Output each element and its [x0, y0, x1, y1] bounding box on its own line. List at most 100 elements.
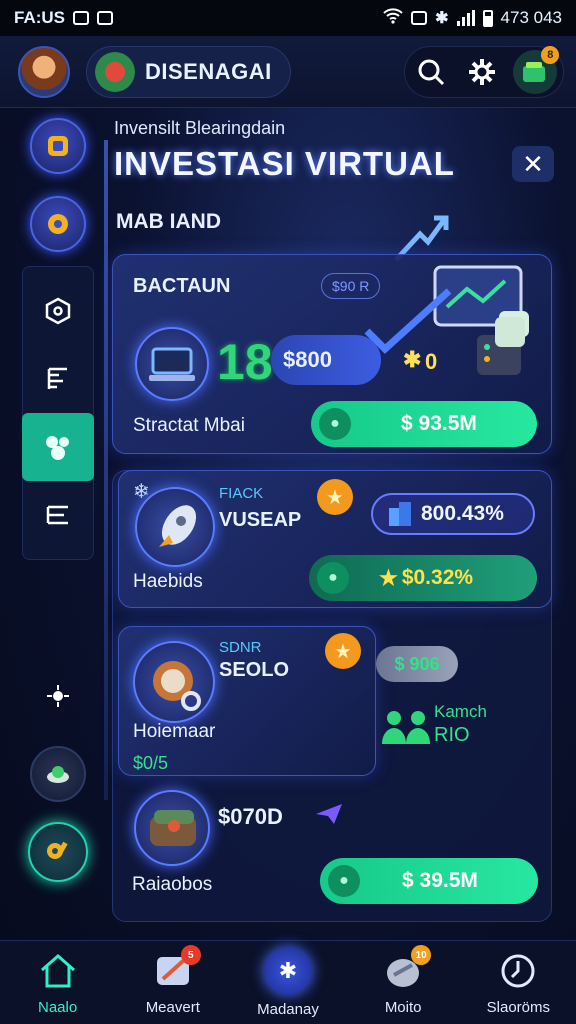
card-row-label: Hoiemaar — [133, 721, 216, 742]
status-time: 473 043 — [500, 8, 562, 27]
change-pill[interactable]: ● ★ $0.32% — [309, 555, 537, 601]
avatar[interactable] — [18, 45, 70, 98]
sidebar-item-rewards[interactable] — [22, 188, 94, 260]
nav-label: Madanay — [257, 1001, 319, 1018]
pill-value: $ 93.5M — [401, 412, 477, 435]
sidebar-item-list[interactable] — [22, 481, 94, 549]
settings-button[interactable] — [462, 52, 502, 92]
card-title: BACTAUN — [133, 275, 231, 297]
notification-icon — [73, 11, 89, 25]
investment-card-4[interactable]: $070D Raiaobos ● $ 39.5M — [118, 782, 552, 922]
sidebar-panel — [22, 266, 94, 560]
clock-icon — [496, 949, 540, 993]
star-value: 0 — [425, 349, 438, 374]
close-icon: ✕ — [522, 148, 544, 179]
card-row-label: Stractat Mbai — [133, 415, 245, 436]
nav-item-home[interactable]: Naalo — [8, 949, 108, 1016]
key-icon — [28, 822, 88, 882]
document-list-icon — [47, 367, 67, 389]
side-sub: RIO — [434, 724, 470, 746]
sidebar-item-gem[interactable] — [22, 738, 94, 810]
price-chip[interactable]: $ 906 — [376, 646, 458, 682]
laptop-icon — [149, 347, 195, 381]
nav-item-shield[interactable]: 10 Moito — [353, 945, 453, 1016]
nav-item-center[interactable]: ✱ Madanay — [238, 947, 338, 1018]
server-icon — [477, 317, 525, 375]
investment-card-1[interactable]: BACTAUN $90 R 18 $800 ✱ 0 Stractat Mbai … — [112, 254, 552, 454]
search-button[interactable] — [411, 52, 451, 92]
value-pill[interactable]: ● $ 93.5M — [311, 401, 537, 447]
change-value: $0.32% — [401, 566, 474, 589]
gear-status-icon: ✱ — [435, 10, 449, 27]
menu-list-icon — [46, 505, 68, 525]
signal-icon — [456, 10, 475, 26]
brand-logo-icon — [95, 51, 135, 92]
vault-icon — [153, 661, 201, 711]
sidebar — [20, 110, 96, 930]
card-amount: $070D — [218, 804, 283, 829]
status-left: FA:US — [14, 8, 113, 28]
hexagon-icon — [45, 297, 71, 325]
price-chip-value: $ 906 — [394, 653, 440, 674]
coin-icon: ● — [317, 562, 349, 594]
puzzle-icon — [46, 436, 69, 460]
pill-value: $ 39.5M — [402, 869, 478, 892]
media-icon — [97, 11, 113, 25]
trend-check-icon — [364, 288, 452, 354]
vault-thumbnail — [133, 641, 215, 723]
sidebar-item-network[interactable] — [22, 660, 94, 732]
card-row-label: Raiaobos — [132, 874, 213, 895]
rocket-thumbnail — [135, 487, 215, 567]
star-value-icon: ✱ — [403, 347, 422, 372]
amount-value: $800 — [283, 347, 332, 372]
nav-item-history[interactable]: Slaoröms — [468, 949, 568, 1016]
sidebar-item-shield[interactable] — [22, 277, 94, 345]
card-small-label: SDNR — [219, 639, 262, 656]
card-small-label: FIACK — [219, 485, 264, 502]
content-divider — [104, 140, 108, 800]
header-actions: 8 — [404, 46, 564, 98]
sidebar-item-portfolio[interactable] — [22, 110, 94, 182]
green-gem-icon — [30, 746, 86, 802]
people-icon — [382, 711, 430, 744]
nav-item-market[interactable]: 5 Meavert — [123, 945, 223, 1016]
investment-card-3[interactable]: SDNR SEOLO ★ Hoiemaar $0/5 — [118, 626, 376, 776]
amount-chip[interactable]: $800 — [271, 335, 381, 385]
network-icon — [47, 685, 69, 707]
card-row-label: Haebids — [133, 571, 203, 592]
coin-icon: ● — [319, 408, 351, 440]
nfc-icon — [411, 11, 428, 25]
sidebar-item-reports[interactable] — [22, 345, 94, 413]
brand-chip[interactable]: DISENAGAI — [86, 45, 291, 98]
app-header: DISENAGAI 8 — [0, 36, 576, 108]
wallet-icon — [523, 62, 546, 82]
wallet-button[interactable]: 8 — [513, 46, 560, 94]
battery-icon — [482, 9, 493, 27]
percent-pill[interactable]: 800.43% — [371, 493, 535, 535]
percent-value: 800.43% — [421, 502, 504, 525]
sidebar-item-key[interactable] — [22, 816, 94, 888]
send-icon — [316, 804, 342, 824]
cog-coin-icon — [30, 196, 86, 252]
nav-badge: 5 — [180, 945, 201, 965]
bundle-thumbnail — [134, 790, 210, 866]
sidebar-item-investments[interactable] — [22, 413, 94, 481]
wifi-icon — [383, 7, 403, 29]
coin-icon: ● — [328, 865, 360, 897]
building-icon — [389, 502, 411, 526]
star-badge-icon: ★ — [325, 633, 361, 669]
big-value: 18 — [217, 334, 273, 390]
value-pill[interactable]: ● $ 39.5M — [320, 858, 538, 904]
close-button[interactable]: ✕ — [512, 146, 554, 182]
investment-card-2[interactable]: ❄ FIACK VUSEAP ★ 800.43% Haebids ● ★ $0.… — [118, 470, 552, 608]
page-title: INVESTASI VIRTUAL — [114, 145, 455, 182]
bundle-icon — [150, 810, 196, 846]
star-badge-icon: ★ — [317, 479, 353, 515]
card-name: SEOLO — [219, 659, 290, 681]
status-right: ✱ 473 043 — [383, 7, 562, 29]
portfolio-icon — [30, 118, 86, 174]
search-icon — [418, 59, 444, 86]
card-name: VUSEAP — [219, 509, 302, 531]
status-carrier: FA:US — [14, 8, 65, 27]
nav-badge: 10 — [411, 945, 432, 965]
